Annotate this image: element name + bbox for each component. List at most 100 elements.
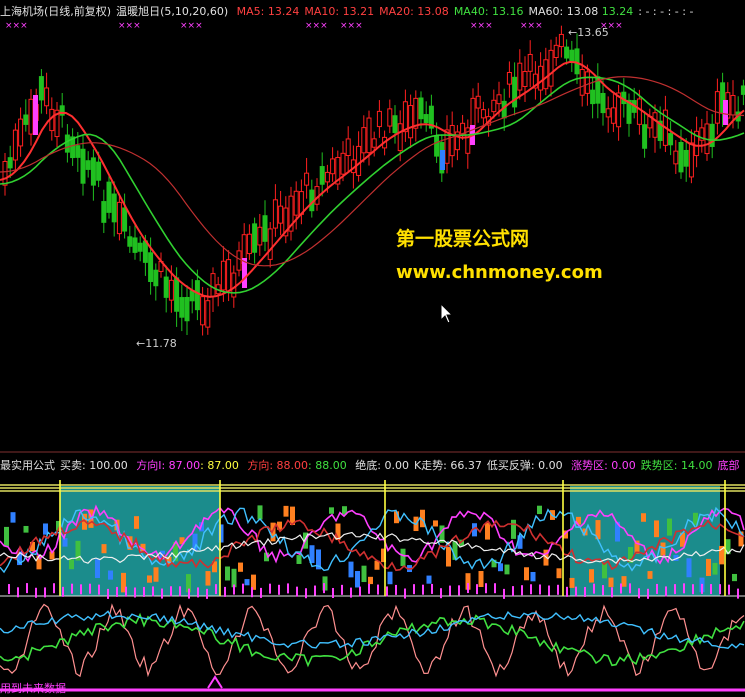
candle-body [491, 99, 497, 113]
histogram-block [706, 558, 711, 576]
histogram-block [10, 512, 16, 523]
histogram-block [556, 568, 562, 579]
histogram-block [647, 571, 653, 579]
candle-body [683, 149, 689, 167]
ma60-value: MA60: 13.08 [528, 5, 599, 18]
baseline-tick [350, 587, 352, 598]
candle-body [600, 92, 606, 114]
baseline-tick [26, 583, 28, 594]
baseline-tick [269, 583, 271, 594]
candle-body [220, 260, 226, 291]
baseline-tick [53, 583, 55, 594]
candle-body [538, 65, 544, 91]
baseline-tick [566, 586, 568, 597]
direction1-value: 方向I: 87.00 [136, 459, 201, 472]
cut-label: 底部 [717, 459, 740, 472]
histogram-block [498, 563, 503, 572]
histogram-block [485, 522, 490, 540]
baseline-tick [656, 583, 658, 594]
baseline-tick [134, 587, 136, 598]
histogram-block [654, 520, 659, 538]
candle-body [714, 91, 720, 124]
candle-body [23, 114, 29, 125]
indicator-chart[interactable] [0, 474, 745, 697]
candle-body [402, 101, 408, 133]
baseline-tick [305, 588, 307, 599]
candle-body [579, 69, 585, 96]
histogram-block [231, 568, 237, 588]
histogram-block [589, 569, 594, 583]
candle-body [163, 276, 169, 298]
rebound-value: 低买反弹: 0.00 [486, 459, 563, 472]
candlestick-chart[interactable]: ××× ××× ××× ××× ××× ××× ××× ××× [0, 18, 745, 458]
histogram-block [400, 548, 406, 567]
histogram-block [348, 561, 354, 578]
candle-body [2, 160, 8, 186]
baseline-tick [161, 588, 163, 599]
candle-body [584, 71, 590, 94]
candle-body [610, 107, 616, 124]
baseline-tick [719, 584, 721, 595]
baseline-tick [611, 587, 613, 598]
low-price-annotation: ←11.78 [136, 337, 177, 350]
histogram-block [355, 571, 360, 588]
candle-body [564, 46, 570, 59]
candle-body [200, 296, 206, 326]
candle-body [366, 117, 372, 154]
baseline-tick [557, 584, 559, 595]
baseline-tick [242, 583, 244, 594]
candle-body [184, 296, 190, 322]
candle-body [418, 97, 424, 120]
oscillator-pink [0, 603, 745, 678]
candle-body [189, 290, 195, 302]
baseline-tick [638, 588, 640, 599]
baseline-tick [170, 586, 172, 597]
baseline-tick [359, 586, 361, 597]
histogram-block [569, 577, 575, 588]
k-trend-value: K走势: 66.37 [413, 459, 482, 472]
ma40-value: MA40: 13.16 [453, 5, 524, 18]
histogram-block [283, 505, 289, 517]
main-chart-header: 上海机场(日线,前复权) 温暖旭日(5,10,20,60) MA5: 13.24 M… [0, 5, 693, 18]
baseline-tick [692, 584, 694, 595]
candle-body [85, 160, 91, 170]
baseline-tick [107, 588, 109, 599]
candle-body [423, 114, 429, 124]
baseline-tick [341, 584, 343, 595]
candle-body [470, 97, 476, 128]
candle-body [272, 199, 278, 229]
candle-body [553, 44, 559, 59]
histogram-block [686, 558, 692, 578]
candle-body [397, 123, 403, 152]
future-data-warning: 用到未来数据 [0, 682, 66, 695]
marked-candle [723, 100, 728, 125]
baseline-tick [521, 585, 523, 596]
baseline-tick [431, 583, 433, 594]
signal-marker: ××× [520, 21, 543, 31]
candle-body [132, 237, 138, 253]
period-label: (日线,前复权) [44, 5, 112, 18]
baseline-tick [386, 586, 388, 597]
candle-body [392, 115, 398, 133]
candle-body [590, 89, 596, 105]
candle-body [12, 129, 18, 161]
baseline-tick [206, 588, 208, 599]
baseline-tick [710, 584, 712, 595]
baseline-tick [260, 587, 262, 598]
direction1b-value: : 87.00 [200, 459, 239, 472]
histogram-block [257, 505, 263, 520]
histogram-block [641, 513, 646, 522]
histogram-block [244, 579, 250, 586]
baseline-tick [215, 584, 217, 595]
candle-body [688, 142, 694, 178]
baseline-tick [485, 583, 487, 594]
candle-body [116, 201, 122, 235]
baseline-tick [188, 588, 190, 599]
candle-body [558, 33, 564, 48]
baseline-tick [701, 583, 703, 594]
candle-body [75, 145, 81, 158]
baseline-tick [377, 584, 379, 595]
buy-sell-value: 买卖: 100.00 [60, 459, 128, 472]
direction2b-value: : 88.00 [308, 459, 347, 472]
candle-body [740, 85, 745, 95]
